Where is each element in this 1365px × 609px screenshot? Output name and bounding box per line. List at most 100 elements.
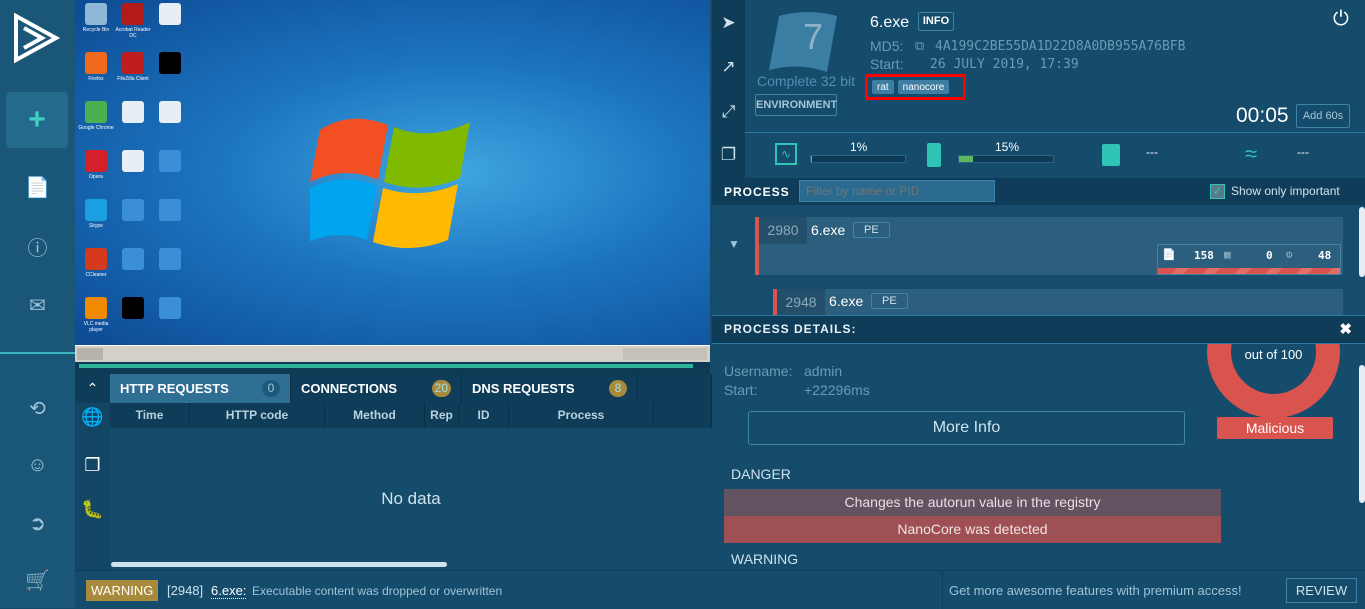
desktop-icon[interactable]: Firefox (78, 52, 114, 82)
show-important-checkbox[interactable]: ✓ (1210, 184, 1225, 199)
desktop-icon[interactable] (115, 248, 151, 272)
logout-icon[interactable]: ➲ (0, 498, 75, 548)
bug-icon[interactable]: 🐛 (75, 499, 110, 520)
process-pid: 2980 (759, 217, 807, 244)
external-link-icon[interactable]: ↗ (712, 47, 745, 87)
desktop-icon[interactable]: Google Chrome (78, 101, 114, 131)
reports-icon[interactable]: 📄 (0, 162, 75, 212)
files-icon[interactable]: ❐ (75, 455, 110, 476)
desktop-icon[interactable]: Acrobat Reader DC (115, 3, 151, 39)
desktop-icon[interactable]: FileZilla Client (115, 52, 151, 82)
cursor-icon[interactable]: ➤ (712, 3, 745, 43)
process-row[interactable]: 2948 6.exe PE (773, 289, 1343, 315)
desktop-icon[interactable] (152, 3, 188, 27)
tab-label: HTTP REQUESTS (120, 381, 229, 396)
new-task-button[interactable]: + (6, 92, 68, 148)
desktop-icon-image (85, 150, 107, 172)
desktop-icon[interactable] (152, 297, 188, 321)
column-rep[interactable]: Rep (425, 403, 459, 428)
anyrun-logo[interactable] (10, 12, 62, 64)
desktop-icon[interactable]: Opera (78, 150, 114, 180)
collapse-chevron-icon[interactable]: ⌃ (75, 374, 110, 403)
modules-count: 48 (1318, 249, 1332, 262)
expand-triangle-icon[interactable]: ▼ (728, 237, 740, 251)
danger-item[interactable]: NanoCore was detected (724, 516, 1221, 543)
column-http-code[interactable]: HTTP code (190, 403, 325, 428)
details-scrollbar[interactable] (1359, 365, 1365, 503)
file-icon: 📄 (1162, 248, 1176, 261)
more-info-button[interactable]: More Info (748, 411, 1185, 445)
process-name: 6.exe (829, 293, 864, 309)
column-method[interactable]: Method (325, 403, 425, 428)
registry-count: 0 (1266, 249, 1273, 262)
md5-label: MD5: (870, 38, 904, 54)
start-value: +22296ms (804, 382, 870, 398)
tab-dns-requests[interactable]: DNS REQUESTS 8 (462, 374, 638, 403)
tag-nanocore[interactable]: nanocore (897, 80, 950, 94)
process-row[interactable]: 2980 6.exe PE 📄 158 ▦ 0 ⚙ 48 (755, 217, 1343, 275)
close-icon[interactable]: ✖ (1339, 320, 1353, 338)
warning-badge: WARNING (86, 580, 159, 601)
process-toolbar: PROCESS ✓ Show only important (712, 178, 1365, 205)
desktop-icon[interactable] (152, 101, 188, 125)
tab-label: DNS REQUESTS (472, 381, 575, 396)
start-button[interactable] (77, 348, 103, 360)
desktop-icon[interactable]: Skype (78, 199, 114, 229)
status-process-link[interactable]: 6.exe: (211, 583, 247, 599)
process-type-badge: PE (853, 222, 890, 238)
desktop-icon-label: Firefox (88, 76, 104, 82)
divider (942, 571, 943, 609)
md5-value: 4A199C2BE55DA1D22D8A0DB955A76BFB (935, 39, 1186, 54)
desktop-icon[interactable] (115, 199, 151, 223)
desktop-icon[interactable] (152, 52, 188, 76)
tab-count: 0 (262, 380, 280, 397)
desktop-icon[interactable] (152, 199, 188, 223)
disk-icon (1102, 144, 1120, 166)
fullscreen-icon[interactable]: ⤢ (712, 92, 745, 132)
desktop-icon[interactable] (152, 248, 188, 272)
desktop-icon[interactable] (115, 297, 151, 321)
tag-rat[interactable]: rat (872, 80, 894, 94)
desktop-icon[interactable] (115, 150, 151, 174)
help-icon[interactable]: ⓘ (0, 221, 75, 271)
globe-icon[interactable]: 🌐 (75, 407, 110, 428)
tab-empty (638, 374, 712, 403)
danger-item[interactable]: Changes the autorun value in the registr… (724, 489, 1221, 516)
column-time[interactable]: Time (110, 403, 190, 428)
process-scrollbar[interactable] (1359, 207, 1365, 277)
review-button[interactable]: REVIEW (1286, 578, 1357, 603)
desktop-icon-image (85, 297, 107, 319)
tab-count: 20 (431, 380, 451, 397)
profile-icon[interactable]: ☺ (0, 440, 75, 490)
desktop-icon-image (159, 199, 181, 221)
vm-desktop[interactable]: Recycle Bin Acrobat Reader DC Firefox FileZ… (75, 0, 710, 345)
tab-http-requests[interactable]: HTTP REQUESTS 0 (110, 374, 291, 403)
add-60s-button[interactable]: Add 60s (1296, 104, 1350, 128)
column-id[interactable]: ID (459, 403, 509, 428)
desktop-icon[interactable]: VLC media player (78, 297, 114, 333)
process-filter-input[interactable] (799, 180, 995, 202)
vm-taskbar[interactable] (75, 345, 710, 362)
clipboard-icon[interactable]: ❐ (712, 135, 745, 175)
network-value: --- (1297, 145, 1309, 159)
info-button[interactable]: INFO (918, 12, 954, 31)
network-icon: ≈ (1245, 141, 1258, 166)
desktop-icon-label: Acrobat Reader DC (115, 27, 151, 39)
table-header: Time HTTP code Method Rep ID Process (110, 403, 712, 428)
desktop-icon[interactable]: Recycle Bin (78, 3, 114, 33)
show-important-label[interactable]: Show only important (1231, 184, 1340, 198)
column-process[interactable]: Process (509, 403, 654, 428)
cart-icon[interactable]: 🛒 (0, 555, 75, 605)
mail-icon[interactable]: ✉ (0, 280, 75, 330)
desktop-icon[interactable] (152, 150, 188, 174)
desktop-icon[interactable]: CCleaner (78, 248, 114, 278)
desktop-icon[interactable] (115, 101, 151, 125)
environment-button[interactable]: ENVIRONMENT (755, 94, 837, 116)
copy-icon[interactable]: ⧉ (915, 38, 924, 54)
process-details: PROCESS DETAILS: ✖ out of 100 PROCESS DE… (712, 315, 1365, 570)
history-icon[interactable]: ⟲ (0, 383, 75, 433)
tab-connections[interactable]: CONNECTIONS 20 (291, 374, 462, 403)
task-header: 7 Complete 32 bit ENVIRONMENT 6.exe INFO… (745, 0, 1365, 133)
power-icon[interactable]: ⏻ (1333, 8, 1349, 31)
horizontal-scrollbar[interactable] (111, 562, 447, 567)
